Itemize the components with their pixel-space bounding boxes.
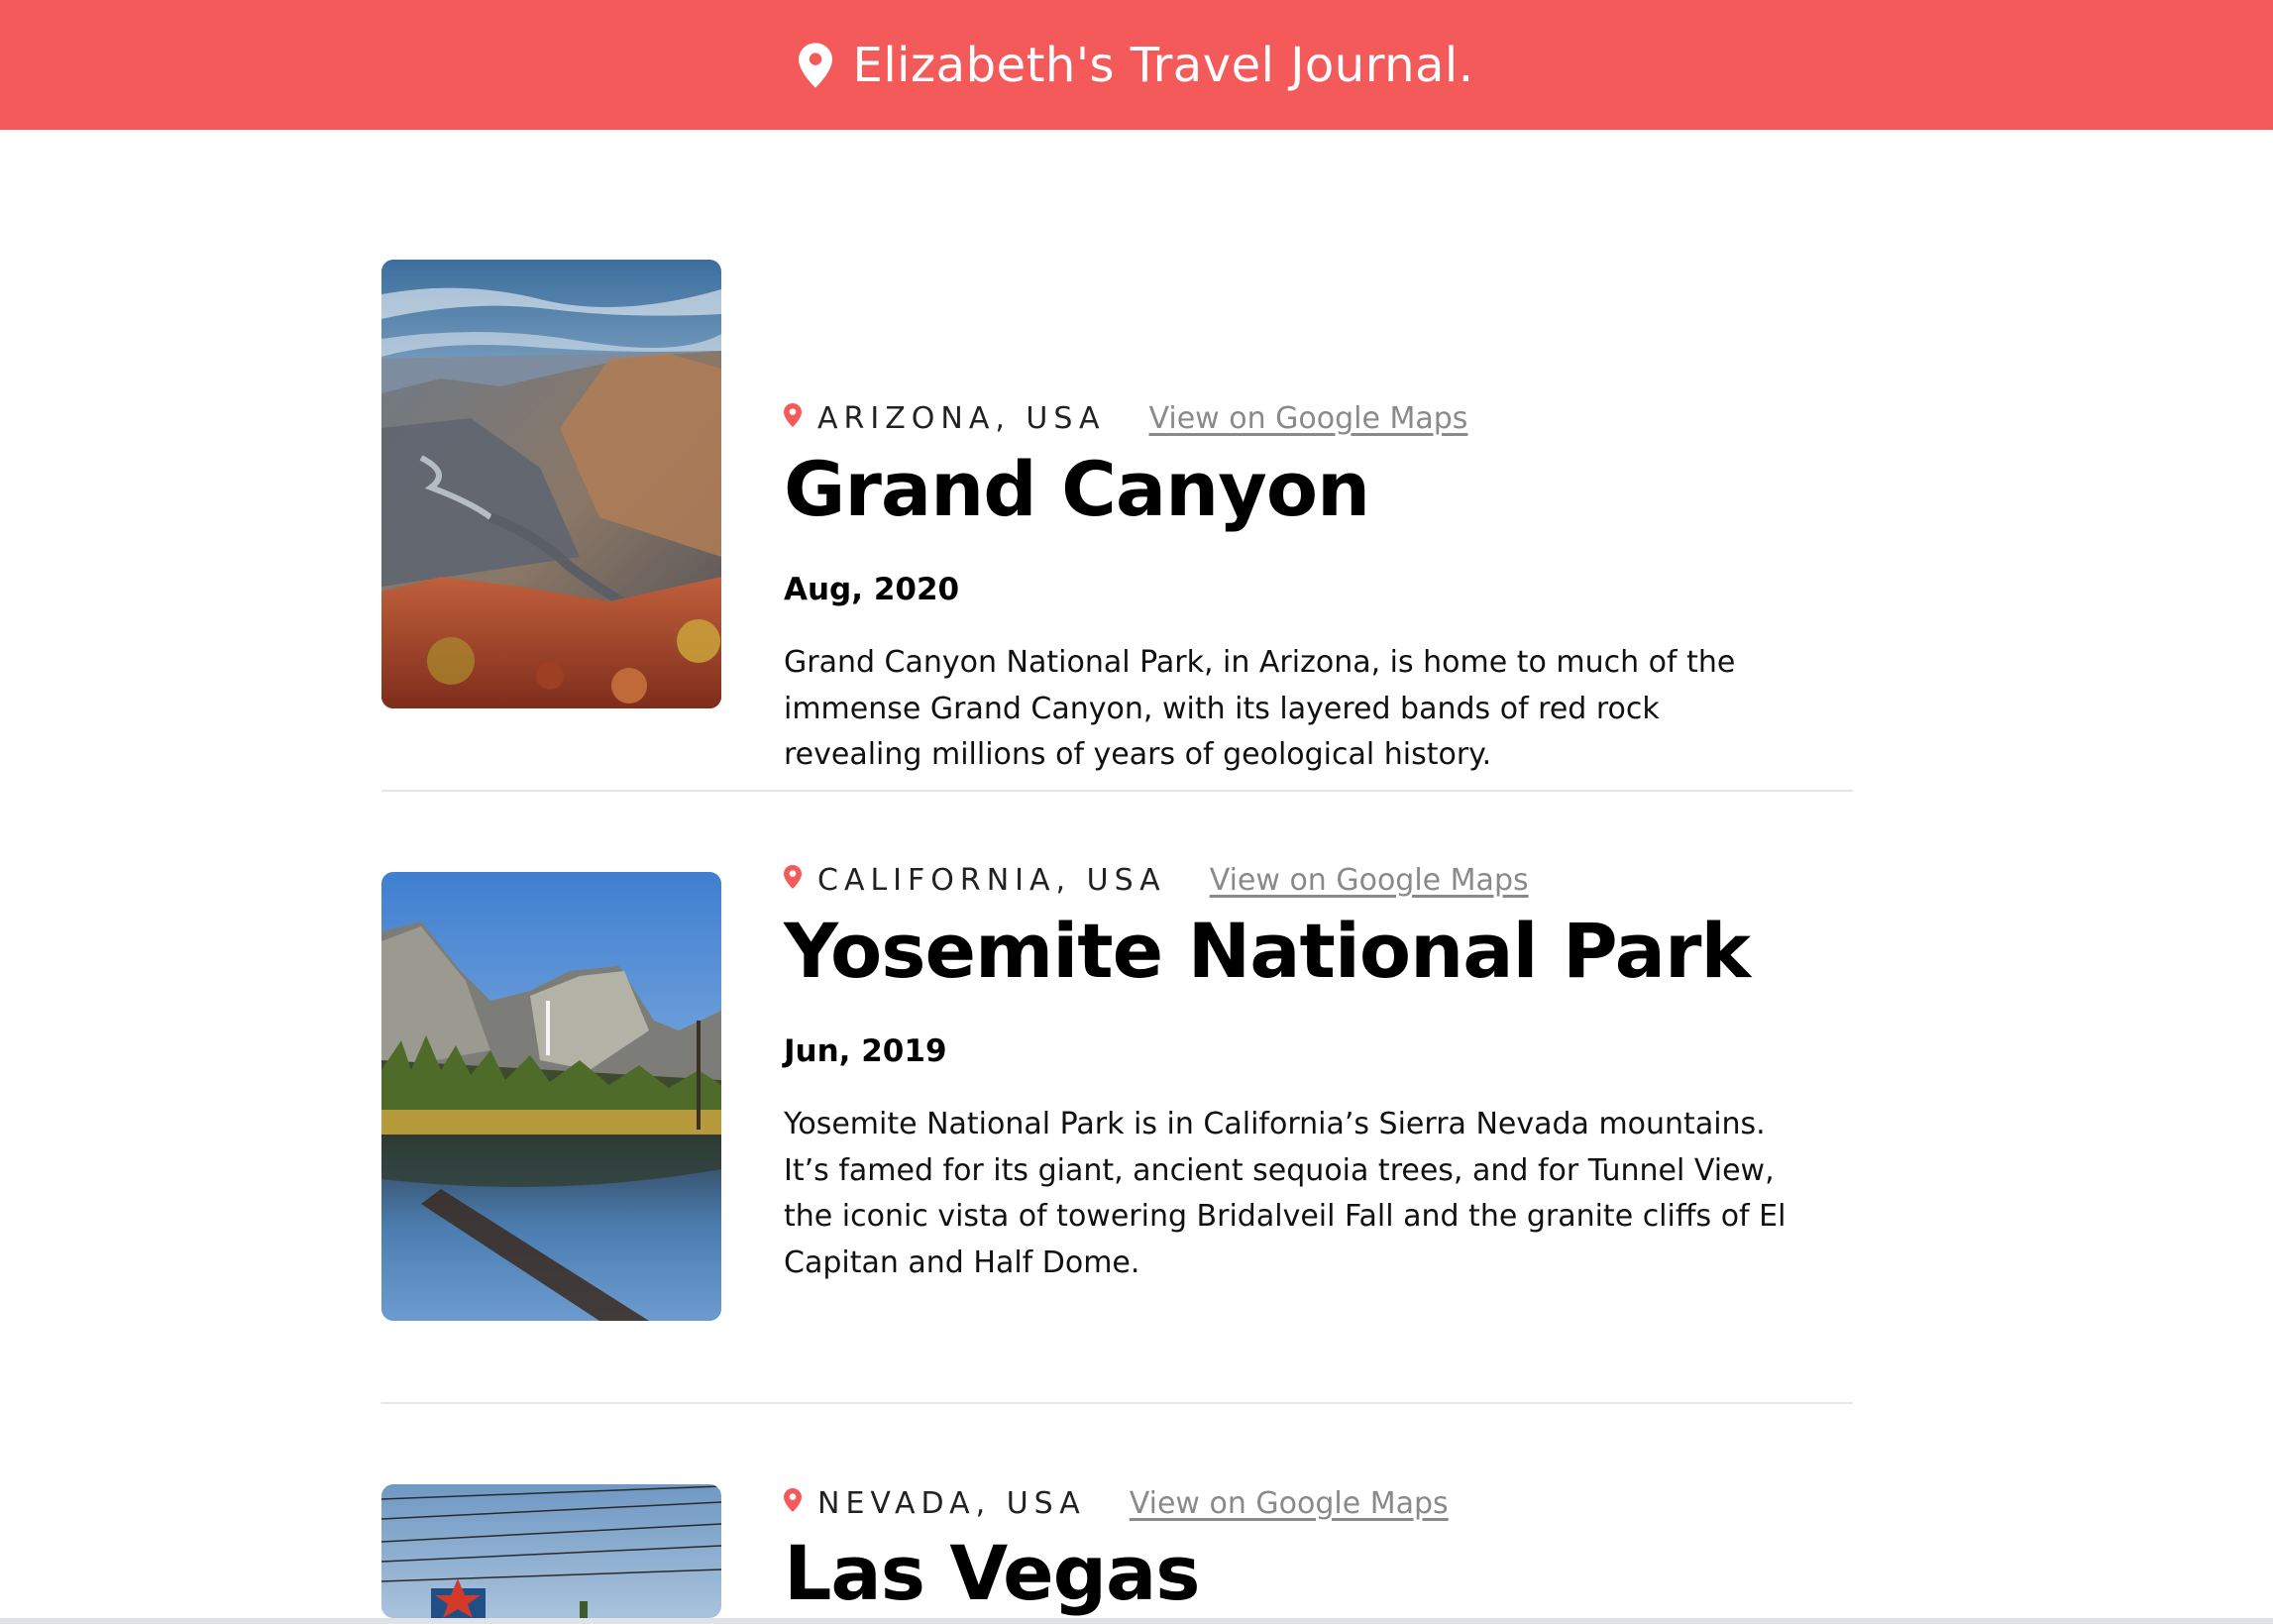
map-pin-icon <box>784 403 802 427</box>
entry-description: Yosemite National Park is in California’… <box>784 1107 1786 1280</box>
entry-location: CALIFORNIA, USA <box>817 862 1166 898</box>
entry-title: Grand Canyon <box>784 445 1370 533</box>
map-pin-icon <box>799 42 833 88</box>
las-vegas-photo <box>381 1484 721 1618</box>
entry-date: Aug, 2020 <box>784 572 960 607</box>
entry-location-row: ARIZONA, USA View on Google Maps <box>784 396 1467 440</box>
entry-date: Jun, 2019 <box>784 1033 947 1069</box>
view-on-google-maps-link[interactable]: View on Google Maps <box>1149 401 1468 436</box>
header-content: Elizabeth's Travel Journal. <box>799 38 1473 93</box>
entry-location-row: CALIFORNIA, USA View on Google Maps <box>784 858 1529 902</box>
map-pin-icon <box>784 1488 802 1512</box>
map-pin-icon <box>784 865 802 889</box>
entry-divider <box>381 1402 1853 1404</box>
entry-divider <box>381 790 1853 792</box>
app-header: Elizabeth's Travel Journal. <box>0 0 2273 130</box>
view-on-google-maps-link[interactable]: View on Google Maps <box>1210 863 1529 898</box>
entry-title: Yosemite National Park <box>784 907 1751 995</box>
view-on-google-maps-link[interactable]: View on Google Maps <box>1130 1486 1449 1521</box>
entry-location: NEVADA, USA <box>817 1485 1086 1521</box>
window-bottom-edge <box>0 1618 2273 1624</box>
entry-title: Las Vegas <box>784 1529 1201 1617</box>
page-title: Elizabeth's Travel Journal. <box>852 37 1474 93</box>
entry-location: ARIZONA, USA <box>817 400 1106 436</box>
entry-location-row: NEVADA, USA View on Google Maps <box>784 1481 1449 1525</box>
entry-description: Grand Canyon National Park, in Arizona, … <box>784 645 1736 772</box>
grand-canyon-photo <box>381 260 721 708</box>
yosemite-photo <box>381 872 721 1321</box>
